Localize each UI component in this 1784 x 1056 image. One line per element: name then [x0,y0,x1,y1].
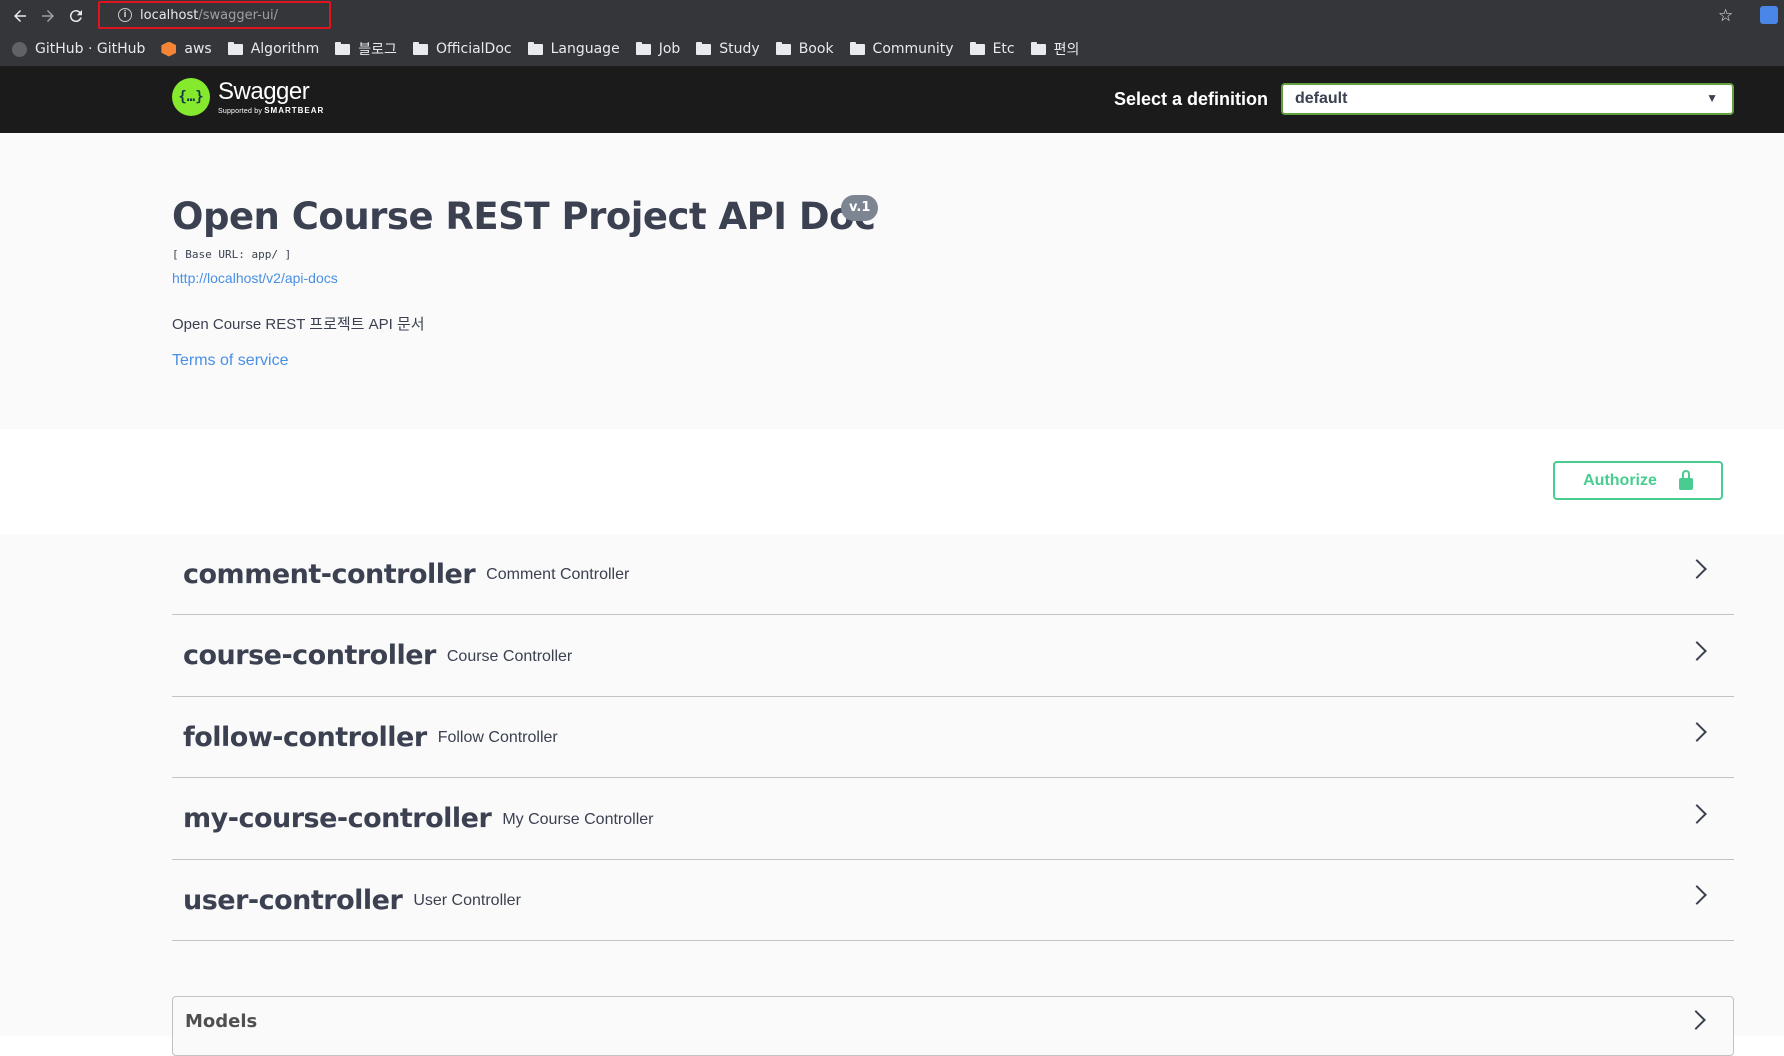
bookmark-item[interactable]: Community [849,41,954,57]
authorize-label: Authorize [1583,471,1657,489]
lock-icon [1678,469,1693,490]
chevron-right-icon [1687,722,1707,742]
bookmark-item[interactable]: OfficialDoc [412,41,512,57]
tag-name: follow-controller [183,721,427,753]
back-arrow-icon[interactable] [8,4,32,28]
models-title: Models [185,1011,258,1032]
bookmark-label: Community [872,41,954,57]
bookmarks-bar: GitHub · GitHub aws Algorithm 블로그 OfficialDo… [0,32,1784,66]
bookmark-star-icon[interactable]: ☆ [1718,6,1733,26]
scheme-container: Authorize [0,429,1784,534]
chevron-down-icon: ▼ [1706,91,1718,105]
tag-section[interactable]: my-course-controller My Course Controller [172,779,1734,860]
tag-section[interactable]: comment-controller Comment Controller [172,534,1734,615]
tag-section[interactable]: user-controller User Controller [172,860,1734,941]
github-icon [12,41,27,57]
chevron-right-icon [1686,1010,1706,1030]
bookmark-item[interactable]: aws [161,41,212,57]
bookmark-label: Study [719,41,760,57]
tag-name: comment-controller [183,558,476,590]
version-badge: v.1 [841,195,879,221]
chevron-right-icon [1687,640,1707,661]
bookmark-label: aws [184,41,212,57]
bookmark-item[interactable]: 블로그 [335,39,397,59]
page-title: Open Course REST Project API Doc [172,195,876,238]
folder-icon [696,41,712,55]
bookmark-item[interactable]: Algorithm [227,41,320,57]
definition-select[interactable]: default ▼ [1281,83,1734,115]
bookmark-item[interactable]: Language [527,41,620,57]
api-info-section: Open Course REST Project API Doc v.1 [ B… [0,133,1784,429]
tag-description: Course Controller [446,647,573,665]
tag-description: User Controller [413,892,521,909]
url-path: /swagger-ui/ [198,7,279,23]
bookmark-label: Algorithm [250,41,320,57]
chevron-right-icon [1687,885,1707,905]
translate-extension-icon[interactable] [1760,6,1778,24]
bookmark-label: OfficialDoc [435,41,512,57]
folder-icon [849,41,865,55]
chevron-right-icon [1687,559,1707,579]
bookmark-item[interactable]: Study [696,41,760,57]
bookmark-item[interactable]: 편의 [1030,39,1080,59]
tag-description: My Course Controller [502,810,654,828]
models-section[interactable]: Models [172,996,1734,1056]
address-bar[interactable]: i localhost/swagger-ui/ [98,1,331,29]
bookmark-item[interactable]: GitHub · GitHub [12,41,145,57]
folder-icon [412,41,428,55]
tag-description: Follow Controller [437,729,558,746]
bookmark-item[interactable]: Job [635,41,681,57]
folder-icon [635,41,651,55]
tag-name: user-controller [183,884,403,916]
forward-arrow-icon[interactable] [36,4,60,28]
bookmark-label: 편의 [1053,42,1080,58]
folder-icon [1030,41,1046,55]
definition-label: Select a definition [1114,89,1269,109]
api-docs-link[interactable]: http://localhost/v2/api-docs [172,270,338,286]
folder-icon [335,41,351,55]
folder-icon [527,41,543,55]
tag-section[interactable]: course-controller Course Controller [172,616,1734,697]
info-icon: i [118,8,132,22]
logo-subtitle: Supported by SMARTBEAR [218,105,325,115]
url-host: localhost [140,7,199,23]
folder-icon [775,41,791,55]
logo-name: Swagger [218,77,310,105]
swagger-logo[interactable]: {…} Swagger Supported by SMARTBEAR [172,78,324,116]
bookmark-label: GitHub · GitHub [35,41,146,57]
aws-icon [161,41,177,57]
bookmark-label: Job [658,41,681,57]
authorize-button[interactable]: Authorize [1553,461,1723,500]
bookmark-label: Language [550,41,620,57]
bookmark-label: Etc [992,41,1015,57]
swagger-topbar: {…} Swagger Supported by SMARTBEAR Selec… [0,66,1784,133]
tag-name: course-controller [183,640,436,671]
definition-value: default [1295,90,1348,107]
api-description: Open Course REST 프로젝트 API 문서 [172,316,425,333]
operations-section: Models comment-controller Comment Control… [0,534,1784,1056]
folder-icon [227,41,243,55]
bookmark-item[interactable]: Etc [969,41,1015,57]
chevron-right-icon [1687,803,1707,824]
reload-icon[interactable] [64,4,88,28]
bookmark-label: 블로그 [358,42,397,58]
folder-icon [969,41,985,55]
terms-of-service-link[interactable]: Terms of service [172,352,288,370]
bookmark-label: Book [798,41,834,57]
tag-section[interactable]: follow-controller Follow Controller [172,697,1734,778]
swagger-logo-icon: {…} [172,78,210,116]
tag-description: Comment Controller [486,566,630,583]
browser-toolbar: i localhost/swagger-ui/ ☆ [0,0,1784,32]
tag-name: my-course-controller [183,803,492,834]
base-url: [ Base URL: app/ ] [172,248,292,261]
bookmark-item[interactable]: Book [775,41,834,57]
